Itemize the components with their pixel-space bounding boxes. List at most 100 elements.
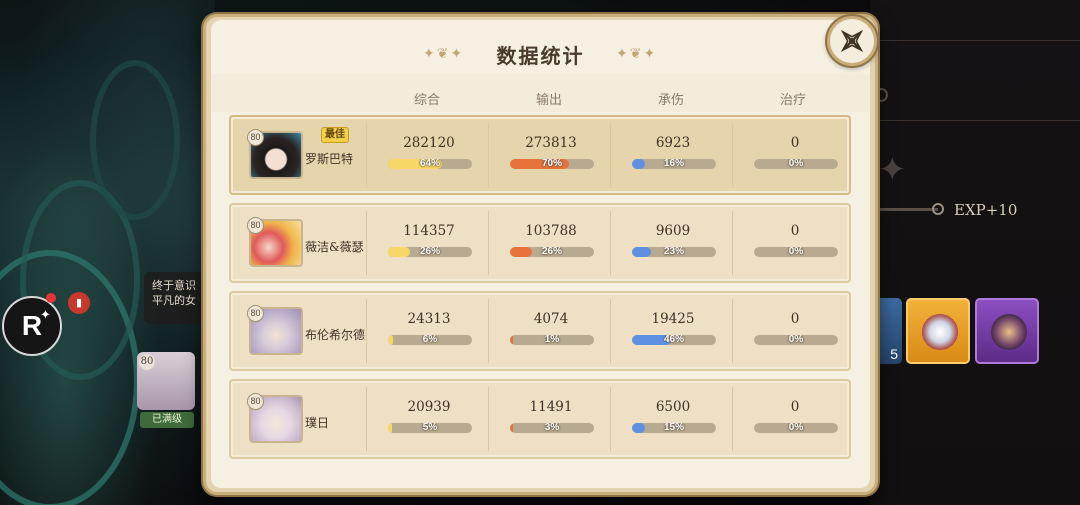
character-level-badge: 80 (247, 305, 264, 322)
reward-item-slot[interactable] (975, 298, 1039, 364)
panel-title: 数据统计 (496, 44, 585, 68)
stat-value: 114357 (403, 223, 455, 239)
stat-cell: 4074 1% (490, 293, 612, 369)
stat-value: 4074 (533, 311, 569, 327)
column-divider (732, 123, 733, 187)
r-sparkle-icon: ✦ (40, 308, 51, 323)
column-divider (732, 211, 733, 275)
character-name: 璞日 (305, 416, 330, 430)
character-name: 罗斯巴特 (305, 152, 354, 166)
stat-cell: 0 0% (734, 117, 856, 193)
stat-value: 9609 (655, 223, 691, 239)
star-icon: ✦ (878, 150, 907, 190)
stat-value: 0 (790, 223, 800, 239)
stat-cell: 24313 6% (368, 293, 490, 369)
column-header-overall: 综合 (413, 93, 440, 108)
stat-progress-bar: 15% (632, 423, 716, 433)
stat-cell: 19425 46% (612, 293, 734, 369)
exp-label: EXP+10 (954, 201, 1018, 219)
item-portrait-icon (922, 314, 958, 350)
character-name: 薇洁&薇瑟 (305, 240, 364, 254)
stat-value: 19425 (651, 311, 695, 327)
column-divider (366, 387, 367, 451)
stat-cell: 6923 16% (612, 117, 734, 193)
column-divider (488, 211, 489, 275)
column-divider (366, 123, 367, 187)
stat-value: 6923 (655, 135, 691, 151)
stat-cell: 9609 23% (612, 205, 734, 281)
stat-cell: 273813 70% (490, 117, 612, 193)
stat-value: 20939 (407, 399, 451, 415)
book-icon[interactable]: ▮ (68, 292, 90, 314)
stat-percent: 0% (788, 423, 804, 433)
stat-progress-bar: 1% (510, 335, 594, 345)
stat-percent: 15% (663, 423, 684, 433)
r-menu-button[interactable]: R ✦ (2, 296, 62, 356)
stat-cell: 20939 5% (368, 381, 490, 457)
stat-percent: 26% (541, 247, 562, 257)
stat-progress-bar: 70% (510, 159, 594, 169)
column-divider (610, 387, 611, 451)
column-divider (610, 123, 611, 187)
stat-progress-bar: 3% (510, 423, 594, 433)
stat-percent: 70% (541, 159, 562, 169)
stats-row: 80 璞日 20939 5% 11491 3% 6500 15% 0 0% (229, 379, 851, 459)
stat-value: 0 (790, 135, 800, 151)
column-divider (610, 211, 611, 275)
stat-progress-bar: 0% (754, 423, 838, 433)
stat-percent: 23% (663, 247, 684, 257)
stat-percent: 16% (663, 159, 684, 169)
stat-percent: 46% (663, 335, 684, 345)
stat-percent: 0% (788, 335, 804, 345)
reward-item-slot[interactable] (906, 298, 970, 364)
column-divider (732, 299, 733, 363)
stat-percent: 26% (419, 247, 440, 257)
column-divider (366, 211, 367, 275)
stat-value: 0 (790, 399, 800, 415)
column-divider (366, 299, 367, 363)
column-header-damage: 输出 (535, 93, 562, 108)
stat-cell: 0 0% (734, 381, 856, 457)
stat-value: 11491 (529, 399, 573, 415)
stat-progress-bar: 64% (388, 159, 472, 169)
column-header-damage-taken: 承伤 (657, 93, 684, 108)
background-vine (90, 60, 180, 220)
owned-tag: 已满级 (140, 412, 194, 428)
stat-progress-bar: 46% (632, 335, 716, 345)
item-count: 5 (890, 346, 898, 362)
stat-progress-bar: 23% (632, 247, 716, 257)
column-divider (488, 387, 489, 451)
stat-value: 0 (790, 311, 800, 327)
background-left-scene (0, 0, 215, 505)
stat-progress-bar: 0% (754, 159, 838, 169)
stat-value: 103788 (525, 223, 577, 239)
stat-progress-bar: 0% (754, 247, 838, 257)
stat-value: 6500 (655, 399, 691, 415)
stat-progress-bar: 26% (388, 247, 472, 257)
background-divider (880, 40, 1080, 41)
stat-percent: 1% (544, 335, 560, 345)
stat-percent: 3% (544, 423, 560, 433)
stats-row: 80 罗斯巴特 最佳 282120 64% 273813 70% 6923 16% 0 0% (229, 115, 851, 195)
stat-cell: 0 0% (734, 205, 856, 281)
stat-cell: 6500 15% (612, 381, 734, 457)
stat-progress-bar: 0% (754, 335, 838, 345)
stat-percent: 0% (788, 247, 804, 257)
column-divider (732, 387, 733, 451)
character-level-badge: 80 (247, 129, 264, 146)
character-name: 布伦希尔德 (305, 328, 366, 342)
close-button[interactable] (827, 16, 877, 66)
character-level-badge: 80 (247, 393, 264, 410)
stat-progress-bar: 5% (388, 423, 472, 433)
background-character-level: 80 (139, 354, 155, 370)
exp-knob-icon (932, 203, 944, 215)
character-level-badge: 80 (247, 217, 264, 234)
stat-cell: 282120 64% (368, 117, 490, 193)
stat-percent: 5% (422, 423, 438, 433)
item-portrait-icon (991, 314, 1027, 350)
column-divider (610, 299, 611, 363)
stat-percent: 6% (422, 335, 438, 345)
column-header-healing: 治疗 (779, 93, 806, 108)
stat-percent: 0% (788, 159, 804, 169)
stat-percent: 64% (419, 159, 440, 169)
